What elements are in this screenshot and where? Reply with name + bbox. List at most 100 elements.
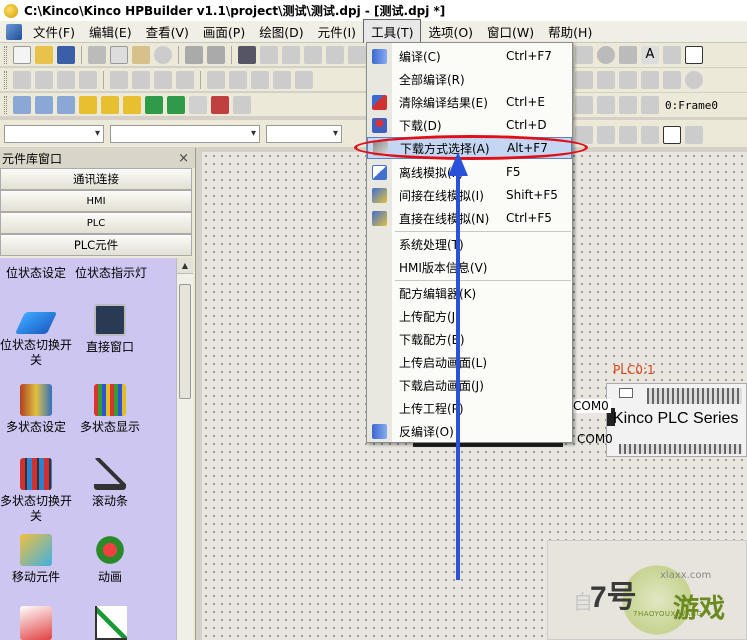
font-dropdown[interactable] [4,124,104,143]
category-comm[interactable]: 通讯连接 [0,168,192,190]
menu-edit[interactable]: 编辑(E) [82,20,139,43]
cut-icon[interactable] [88,45,106,64]
menu-tools[interactable]: 工具(T) [363,19,422,44]
frame-next-icon[interactable] [597,96,615,114]
menu-element[interactable]: 元件(I) [311,20,363,43]
chart-icon[interactable] [145,95,163,114]
category-hmi[interactable]: HMI [0,190,192,212]
palette-item[interactable]: 位状态切换开关 [0,312,76,368]
center-vertical-icon[interactable] [132,70,150,89]
bring-front-icon[interactable] [273,70,291,89]
menu-item-clear-compile[interactable]: 清除编译结果(E) Ctrl+E [367,91,572,113]
group-icon[interactable] [229,70,247,89]
size-dropdown[interactable] [110,124,260,143]
palette-item[interactable]: 动画 [70,534,150,585]
rectangle-icon[interactable] [685,46,703,64]
category-plc-elements[interactable]: PLC元件 [0,234,192,256]
lamp-icon[interactable] [79,95,97,114]
find-icon[interactable] [238,45,256,64]
menu-options[interactable]: 选项(O) [421,20,480,43]
xy-chart-icon[interactable] [95,606,127,640]
palette-scrollbar[interactable]: ▲ [176,258,193,640]
tool-d-icon[interactable] [641,71,659,89]
delete-icon[interactable] [154,45,172,64]
toolbar-grip[interactable] [4,70,7,89]
zoom-icon[interactable] [304,45,322,64]
polygon-icon[interactable] [575,46,593,64]
line-color-icon[interactable] [575,126,593,144]
same-height-icon[interactable] [176,70,194,89]
menu-item-compile-all[interactable]: 全部编译(R) [367,68,572,90]
toolbar-grip[interactable] [4,95,7,114]
align-left-icon[interactable] [13,70,31,89]
alarm-icon[interactable] [211,95,229,114]
tool-b-icon[interactable] [597,71,615,89]
align-right-icon[interactable] [35,70,53,89]
category-plc[interactable]: PLC [0,212,192,234]
pattern-icon[interactable] [619,126,637,144]
undo-icon[interactable] [185,45,203,64]
grid-icon[interactable] [260,45,278,64]
palette-item[interactable]: 多状态设定 [0,384,76,435]
send-back-icon[interactable] [295,70,313,89]
picture-icon[interactable] [123,95,141,114]
spacing-icon[interactable] [207,70,225,89]
clock-icon[interactable] [685,71,703,89]
frame-del-icon[interactable] [641,96,659,114]
copy-icon[interactable] [110,45,128,64]
menu-item-compile[interactable]: 编译(C) Ctrl+F7 [367,45,572,67]
music-icon[interactable] [101,95,119,114]
layer-icon[interactable] [326,45,344,64]
rounded-rect-icon[interactable] [619,46,637,64]
word-switch-icon[interactable] [35,95,53,114]
close-icon[interactable]: × [178,151,189,166]
palette-item[interactable]: 位状态指示灯 [70,266,152,281]
more-icon[interactable] [685,126,703,144]
menu-file[interactable]: 文件(F) [26,20,82,43]
menu-screen[interactable]: 画面(P) [196,20,252,43]
menu-item-download[interactable]: 下载(D) Ctrl+D [367,114,572,136]
save-icon[interactable] [57,45,75,64]
ellipse-icon[interactable] [597,46,615,64]
scroll-up-icon[interactable]: ▲ [177,258,193,274]
table-icon[interactable] [233,95,251,114]
menu-draw[interactable]: 绘图(D) [252,20,310,43]
same-width-icon[interactable] [154,70,172,89]
open-folder-icon[interactable] [35,45,53,64]
frame-prev-icon[interactable] [575,96,593,114]
new-file-icon[interactable] [13,45,31,64]
bitmap-icon[interactable] [663,46,681,64]
bit-switch-icon[interactable] [13,95,31,114]
text-tool-icon[interactable]: A [641,46,659,64]
center-horizontal-icon[interactable] [110,70,128,89]
tool-c-icon[interactable] [619,71,637,89]
style-dropdown[interactable] [266,124,342,143]
align-icon[interactable] [282,45,300,64]
palette-item[interactable]: 位状态设定 [0,266,76,281]
toolbar-grip[interactable] [4,45,7,64]
menu-view[interactable]: 查看(V) [139,20,196,43]
palette-item[interactable]: 多状态切换开关 [0,458,76,524]
redo-icon[interactable] [207,45,225,64]
palette-item[interactable]: 移动元件 [0,534,76,585]
trend-icon[interactable] [167,95,185,114]
fill-color-icon[interactable] [597,126,615,144]
paste-icon[interactable] [132,45,150,64]
lock-icon[interactable] [663,71,681,89]
text-icon[interactable] [189,95,207,114]
indicator-icon[interactable] [57,95,75,114]
frame-add-icon[interactable] [619,96,637,114]
menu-window[interactable]: 窗口(W) [480,20,541,43]
align-top-icon[interactable] [57,70,75,89]
palette-item[interactable]: 多状态显示 [70,384,150,435]
scroll-thumb[interactable] [179,284,191,399]
tool-a-icon[interactable] [575,71,593,89]
border-icon[interactable] [663,126,681,144]
palette-item[interactable]: 滚动条 [70,458,150,509]
trend-chart-icon[interactable] [20,606,52,640]
line-style-icon[interactable] [641,126,659,144]
menu-help[interactable]: 帮助(H) [541,20,599,43]
ungroup-icon[interactable] [251,70,269,89]
shape-icon[interactable] [348,45,366,64]
align-bottom-icon[interactable] [79,70,97,89]
